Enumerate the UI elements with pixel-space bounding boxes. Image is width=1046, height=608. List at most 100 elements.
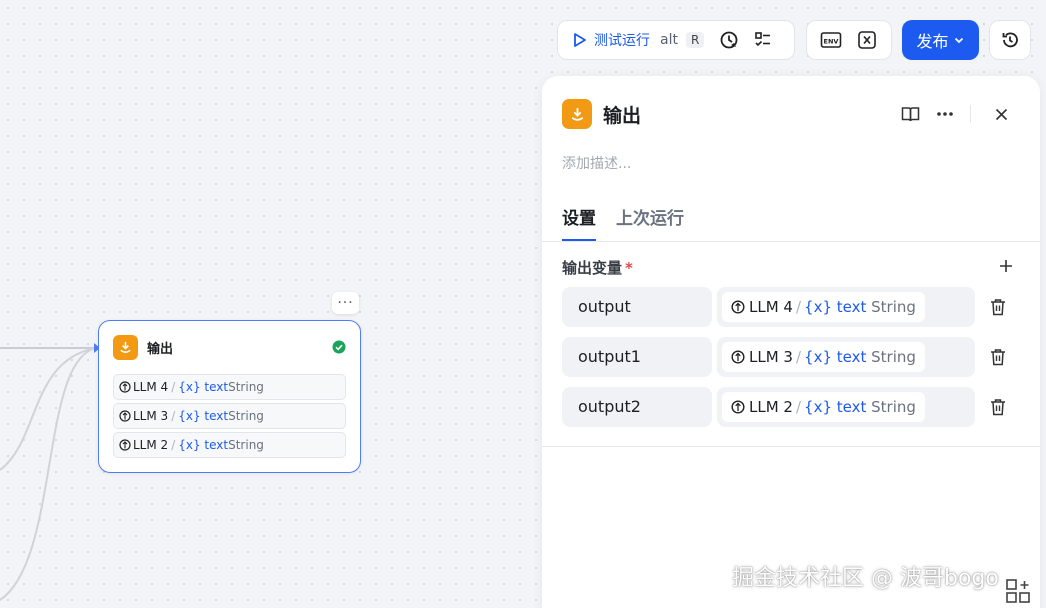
llm-source-icon <box>119 381 131 393</box>
output-node[interactable]: 输出 LLM 4/ {x} text String LLM 3/ {x} tex… <box>98 320 361 473</box>
history-icon <box>1002 32 1018 48</box>
trash-icon <box>991 299 1005 316</box>
tab-last-run[interactable]: 上次运行 <box>616 204 684 241</box>
close-button[interactable] <box>986 102 1016 126</box>
env-icon: ENV <box>820 32 842 48</box>
reference-source: LLM 2 <box>749 398 793 416</box>
plus-icon <box>1000 260 1012 272</box>
llm-source-icon <box>731 300 745 314</box>
tabs-divider <box>542 241 1040 242</box>
book-icon <box>901 106 919 121</box>
debug-clock-icon <box>720 31 738 49</box>
section-divider <box>542 446 1040 447</box>
check-circle-icon <box>332 340 346 354</box>
node-row-source: LLM 4 <box>133 380 169 394</box>
delete-variable-button[interactable] <box>987 396 1009 418</box>
node-row-var: {x} text <box>178 409 229 423</box>
svg-text:ENV: ENV <box>824 38 839 46</box>
reference-type: String <box>871 348 916 366</box>
add-variable-button[interactable] <box>996 256 1016 276</box>
output-variable-row: output LLM 4/ {x} text String <box>562 287 1022 327</box>
panel-header: 输出 <box>562 99 641 129</box>
publish-button[interactable]: 发布 <box>902 20 979 60</box>
checklist-icon <box>755 32 771 47</box>
trash-icon <box>991 349 1005 366</box>
variable-name-input[interactable]: output1 <box>562 337 712 377</box>
llm-source-icon <box>119 439 131 451</box>
node-more-button[interactable]: ··· <box>332 292 359 314</box>
reference-pill: LLM 4/ {x} text String <box>722 292 925 322</box>
node-row-type: String <box>228 409 264 423</box>
output-variable-list: output LLM 4/ {x} text String output1 LL… <box>562 287 1022 437</box>
history-button[interactable] <box>989 20 1031 60</box>
llm-source-icon <box>731 400 745 414</box>
reference-pill: LLM 3/ {x} text String <box>722 342 925 372</box>
shortcut-alt: alt <box>660 32 678 48</box>
output-variable-row: output1 LLM 3/ {x} text String <box>562 337 1022 377</box>
delete-variable-button[interactable] <box>987 296 1009 318</box>
llm-source-icon <box>119 410 131 422</box>
variable-reference-select[interactable]: LLM 4/ {x} text String <box>717 287 975 327</box>
actions-divider <box>970 105 971 123</box>
panel-actions <box>890 102 1016 126</box>
panel-tabs: 设置 上次运行 <box>562 204 684 241</box>
output-variable-row: output2 LLM 2/ {x} text String <box>562 387 1022 427</box>
test-run-button[interactable]: 测试运行 alt R <box>558 21 712 59</box>
node-output-list: LLM 4/ {x} text String LLM 3/ {x} text S… <box>113 374 346 461</box>
run-toolbar-group: 测试运行 alt R <box>557 20 795 60</box>
more-icon <box>937 112 953 116</box>
variable-icon <box>858 31 876 49</box>
node-row-type: String <box>228 438 264 452</box>
delete-variable-button[interactable] <box>987 346 1009 368</box>
checklist-button[interactable] <box>746 23 780 57</box>
output-variables-label: 输出变量 * <box>562 257 633 278</box>
play-icon <box>574 33 586 47</box>
reference-type: String <box>871 398 916 416</box>
env-button[interactable]: ENV <box>814 23 848 57</box>
reference-var: {x} text <box>804 298 867 316</box>
canvas-edges <box>0 343 100 601</box>
node-row-type: String <box>228 380 264 394</box>
output-node-icon <box>562 99 592 129</box>
node-header: 输出 <box>113 335 173 360</box>
node-row-var: {x} text <box>178 438 229 452</box>
reference-source: LLM 4 <box>749 298 793 316</box>
description-input[interactable]: 添加描述... <box>562 153 631 173</box>
watermark: 掘金技术社区 @ 波哥bogo <box>732 566 999 591</box>
more-button[interactable] <box>930 102 960 126</box>
llm-source-icon <box>731 350 745 364</box>
node-row-var: {x} text <box>178 380 229 394</box>
node-output-row: LLM 4/ {x} text String <box>113 374 346 400</box>
tab-settings[interactable]: 设置 <box>562 204 596 241</box>
env-toolbar-group: ENV <box>806 20 892 60</box>
variable-name-input[interactable]: output <box>562 287 712 327</box>
reference-var: {x} text <box>804 398 867 416</box>
reference-pill: LLM 2/ {x} text String <box>722 392 925 422</box>
node-output-row: LLM 3/ {x} text String <box>113 403 346 429</box>
publish-label: 发布 <box>916 32 949 51</box>
variable-button[interactable] <box>850 23 884 57</box>
panel-title[interactable]: 输出 <box>603 101 641 128</box>
required-mark: * <box>625 259 633 277</box>
test-run-label: 测试运行 <box>594 33 650 49</box>
node-row-source: LLM 3 <box>133 409 169 423</box>
variable-reference-select[interactable]: LLM 2/ {x} text String <box>717 387 975 427</box>
reference-var: {x} text <box>804 348 867 366</box>
variable-name-input[interactable]: output2 <box>562 387 712 427</box>
close-icon <box>995 108 1007 120</box>
reference-source: LLM 3 <box>749 348 793 366</box>
node-output-row: LLM 2/ {x} text String <box>113 432 346 458</box>
variable-reference-select[interactable]: LLM 3/ {x} text String <box>717 337 975 377</box>
minimap-icon[interactable] <box>1005 578 1031 604</box>
shortcut-key: R <box>685 32 705 48</box>
chevron-down-icon <box>954 37 963 44</box>
section-label-text: 输出变量 <box>562 259 623 277</box>
node-row-source: LLM 2 <box>133 438 169 452</box>
docs-button[interactable] <box>895 102 925 126</box>
debug-button[interactable] <box>712 23 746 57</box>
node-title: 输出 <box>147 342 174 357</box>
node-settings-panel: 输出 添加描述... 设置 上次运行 输出变量* output LLM 4/ <box>542 76 1040 608</box>
trash-icon <box>991 399 1005 416</box>
output-node-icon <box>113 335 138 360</box>
reference-type: String <box>871 298 916 316</box>
